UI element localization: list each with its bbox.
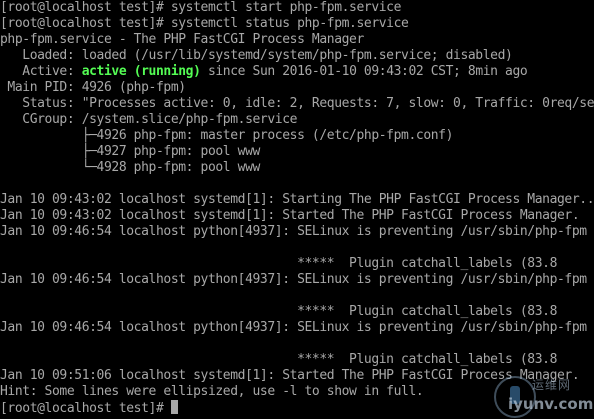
terminal-line-18: Jan 10 09:46:54 localhost python[4937]: …: [0, 272, 587, 287]
terminal-line-13: Jan 10 09:43:02 localhost systemd[1]: St…: [0, 192, 594, 207]
active-label: Active:: [0, 64, 82, 79]
terminal-line-6: Main PID: 4926 (php-fpm): [0, 80, 186, 95]
shell-prompt: [root@localhost test]#: [0, 401, 171, 416]
text-cursor: [170, 400, 178, 414]
active-since: since Sun 2016-01-10 09:43:02 CST; 8min …: [200, 64, 528, 79]
terminal-line-7: Status: "Processes active: 0, idle: 2, R…: [0, 96, 594, 111]
terminal-line-14: Jan 10 09:43:02 localhost systemd[1]: St…: [0, 208, 580, 223]
terminal-line-4: Loaded: loaded (/usr/lib/systemd/system/…: [0, 48, 513, 63]
terminal-line-21: Jan 10 09:46:54 localhost python[4937]: …: [0, 320, 587, 335]
terminal-line-15: Jan 10 09:46:54 localhost python[4937]: …: [0, 224, 587, 239]
terminal-line-8: CGroup: /system.slice/php-fpm.service: [0, 112, 298, 127]
terminal-line-2: [root@localhost test]# systemctl status …: [0, 16, 409, 31]
terminal-window[interactable]: [root@localhost test]# systemctl start p…: [0, 0, 594, 419]
watermark-english-text: iyunv.com: [508, 395, 594, 413]
terminal-line-9: ├─4926 php-fpm: master process (/etc/php…: [0, 128, 454, 143]
terminal-line-1: [root@localhost test]# systemctl start p…: [0, 0, 402, 15]
terminal-line-20: ***** Plugin catchall_labels (83.8: [0, 304, 557, 319]
terminal-line-11: └─4928 php-fpm: pool www: [0, 160, 261, 175]
terminal-prompt-line[interactable]: [root@localhost test]#: [0, 400, 178, 416]
terminal-line-active: Active: active (running) since Sun 2016-…: [0, 64, 527, 80]
active-state: active (running): [81, 64, 201, 79]
terminal-line-10: ├─4927 php-fpm: pool www: [0, 144, 261, 159]
terminal-line-25: Hint: Some lines were ellipsized, use -l…: [0, 384, 424, 399]
terminal-line-3: php-fpm.service - The PHP FastCGI Proces…: [0, 32, 364, 47]
terminal-line-17: ***** Plugin catchall_labels (83.8: [0, 256, 557, 271]
terminal-line-24: Jan 10 09:51:06 localhost systemd[1]: St…: [0, 368, 580, 383]
terminal-line-23: ***** Plugin catchall_labels (83.8: [0, 352, 557, 367]
